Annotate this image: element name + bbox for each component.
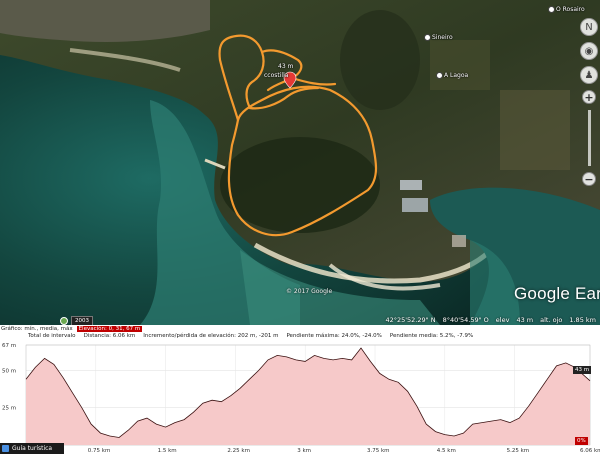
tour-guide-label: Guía turística (12, 445, 53, 452)
x-tick-label: 1.5 km (158, 448, 177, 454)
place-pin-icon[interactable] (424, 34, 431, 41)
x-tick-label: 3 km (297, 448, 311, 454)
look-joystick-icon[interactable]: ◉ (580, 42, 598, 60)
place-label-sineiro: Sineiro (432, 34, 453, 41)
y-tick-label: 25 m (2, 406, 16, 412)
eye-altitude-label: alt. ojo (540, 316, 563, 324)
x-tick-label: 5.25 km (507, 448, 530, 454)
eye-altitude-readout: 1.85 km (569, 316, 596, 324)
zoom-out-button[interactable]: − (582, 172, 596, 186)
compass-icon[interactable]: N (580, 18, 598, 36)
x-tick-label: 6.06 km (580, 448, 600, 454)
place-pin-icon[interactable] (436, 72, 443, 79)
elevation-marker-label: 43 m (278, 63, 294, 70)
zoom-slider[interactable] (587, 110, 591, 166)
tour-guide-button[interactable]: Guía turística (0, 443, 64, 454)
x-tick-label: 3.75 km (367, 448, 390, 454)
current-slope-badge: 0% (575, 437, 588, 445)
route-label: ccostilla (264, 72, 289, 79)
elevation-profile-panel: Gráfico: mín., media, máx Elevación: 0, … (0, 325, 600, 454)
elevation-readout-label: elev (495, 316, 510, 324)
place-label-o-rosairo: O Rosairo (556, 6, 585, 13)
street-view-person-icon[interactable]: ♟ (580, 66, 598, 84)
elevation-range: Elevación: 0, 31, 67 m (76, 326, 143, 332)
elevation-chart[interactable]: 67 m50 m25 m0 m 0.75 km1.5 km2.25 km3 km… (0, 339, 600, 454)
y-tick-label: 67 m (2, 343, 16, 349)
elevation-stats: Gráfico: mín., media, máx Elevación: 0, … (0, 325, 600, 339)
map-view[interactable]: O Rosairo Sineiro A Lagoa ccostilla 43 m… (0, 0, 600, 325)
satellite-imagery (0, 0, 600, 325)
graph-mode-label: Gráfico: mín., media, máx (1, 326, 73, 332)
google-earth-window: O Rosairo Sineiro A Lagoa ccostilla 43 m… (0, 0, 600, 454)
x-tick-label: 0.75 km (88, 448, 111, 454)
place-label-lagoa: A Lagoa (444, 72, 469, 79)
current-elevation-badge: 43 m (573, 366, 592, 374)
x-tick-label: 2.25 km (227, 448, 250, 454)
zoom-in-button[interactable]: + (582, 90, 596, 104)
google-earth-logo: Google Earth (514, 284, 600, 303)
latitude-readout: 42°25'52.29" N (385, 316, 436, 324)
place-pin-icon[interactable] (548, 6, 555, 13)
longitude-readout: 8°40'54.59" O (442, 316, 489, 324)
status-bar: 42°25'52.29" N 8°40'54.59" O elev 43 m a… (0, 316, 600, 325)
x-tick-label: 4.5 km (437, 448, 456, 454)
map-copyright: © 2017 Google (286, 288, 333, 295)
navigation-controls: N ◉ ♟ + − (578, 18, 600, 186)
y-tick-label: 50 m (2, 368, 16, 374)
elevation-readout: 43 m (516, 316, 534, 324)
tour-guide-icon (2, 445, 9, 452)
